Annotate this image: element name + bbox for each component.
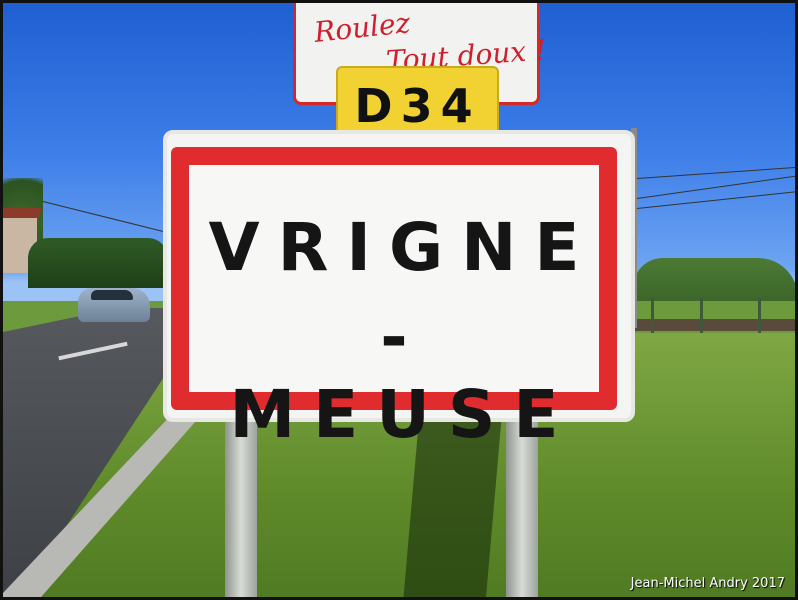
railway-track	[635, 319, 795, 331]
photo-frame: Roulez Tout doux ! D34 VRIGNE -MEUSE Jea…	[0, 0, 798, 600]
overhead-wire	[636, 175, 795, 199]
fence-post	[758, 298, 761, 338]
route-number: D34	[354, 79, 481, 133]
town-sign-border: VRIGNE -MEUSE	[171, 147, 617, 453]
fence-post	[651, 298, 654, 338]
town-entry-photo: Roulez Tout doux ! D34 VRIGNE -MEUSE Jea…	[3, 3, 795, 597]
car-window	[91, 290, 133, 300]
fence-post	[700, 298, 703, 338]
overhead-wire	[636, 166, 795, 179]
power-line	[42, 201, 165, 233]
town-entry-sign: VRIGNE -MEUSE	[163, 130, 635, 453]
hedge	[28, 238, 168, 288]
roulez-text: Roulez	[312, 6, 412, 49]
photo-credit-watermark: Jean-Michel Andry 2017	[630, 576, 785, 591]
town-name-line2: -MEUSE	[229, 299, 577, 453]
town-name-line1: VRIGNE	[208, 209, 598, 286]
